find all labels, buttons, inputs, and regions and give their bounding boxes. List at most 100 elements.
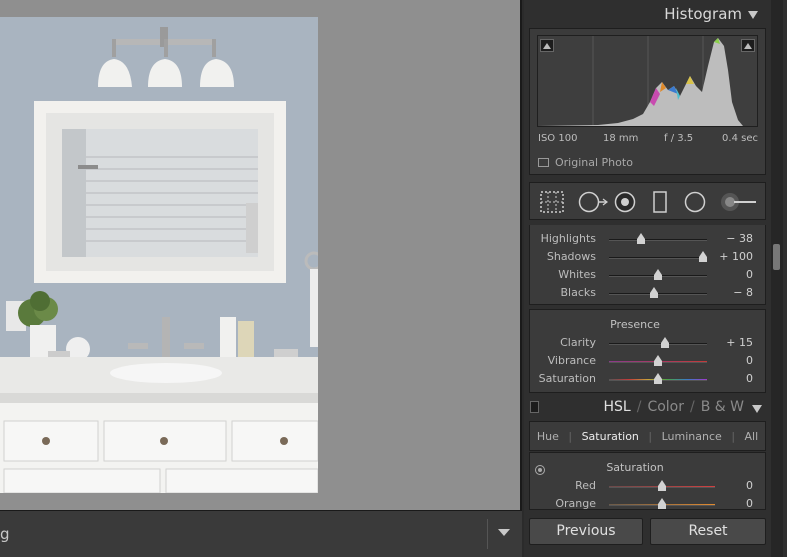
panel-switch[interactable]	[530, 401, 539, 413]
collapse-histogram-icon[interactable]	[748, 11, 758, 19]
original-photo-label: Original Photo	[555, 156, 633, 169]
chevron-down-icon[interactable]	[498, 529, 510, 536]
subtab-luminance[interactable]: Luminance	[662, 430, 722, 443]
slider-thumb[interactable]	[650, 287, 658, 298]
exif-iso: ISO 100	[538, 133, 578, 144]
tab-hsl[interactable]: HSL	[604, 399, 631, 415]
highlight-clipping-icon[interactable]	[741, 39, 755, 52]
exif-shutter: 0.4 sec	[722, 133, 758, 144]
slider-row: Saturation 0	[530, 372, 765, 386]
slider-thumb[interactable]	[658, 498, 666, 509]
shadow-clipping-icon[interactable]	[540, 39, 554, 52]
exif-focal-length: 18 mm	[603, 133, 639, 144]
spot-removal-icon[interactable]	[578, 191, 608, 213]
panel-scrollbar[interactable]	[771, 0, 783, 557]
crop-overlay-icon[interactable]	[540, 191, 564, 213]
slider-label: Whites	[558, 268, 596, 281]
slider-track[interactable]	[609, 498, 715, 509]
adjustment-brush-icon[interactable]	[720, 191, 758, 213]
photo-canvas[interactable]	[0, 0, 522, 510]
histogram-curve	[538, 36, 743, 126]
collapse-hsl-icon[interactable]	[752, 405, 762, 413]
slider-label: Blacks	[560, 286, 597, 299]
slider-value[interactable]: 0	[746, 354, 753, 367]
hsl-tabs: HSL / Color / B & W	[604, 399, 744, 415]
reset-button[interactable]: Reset	[650, 518, 766, 545]
slider-track[interactable]	[609, 269, 707, 280]
slider-track[interactable]	[609, 373, 707, 384]
tab-bw[interactable]: B & W	[701, 399, 744, 415]
slider-label: Clarity	[560, 336, 596, 349]
histogram-header[interactable]: Histogram	[529, 0, 766, 28]
original-photo-checkbox[interactable]	[538, 158, 549, 167]
slider-label: Red	[575, 479, 596, 492]
slider-value[interactable]: 0	[746, 268, 753, 281]
hsl-saturation-panel: Saturation Red 0 Orange 0	[529, 452, 766, 510]
filmstrip-label: g	[0, 525, 10, 543]
slider-thumb[interactable]	[637, 233, 645, 244]
previous-button[interactable]: Previous	[529, 518, 643, 545]
slider-track[interactable]	[609, 287, 707, 298]
slider-track[interactable]	[609, 337, 707, 348]
red-eye-icon[interactable]	[614, 191, 636, 213]
presence-title: Presence	[610, 318, 660, 331]
bathroom-photo-image	[0, 17, 318, 493]
histogram-graph[interactable]	[537, 35, 758, 127]
slider-label: Shadows	[546, 250, 596, 263]
graduated-filter-icon[interactable]	[652, 191, 668, 213]
slider-label: Highlights	[540, 232, 596, 245]
subtab-hue[interactable]: Hue	[537, 430, 559, 443]
presence-panel: Presence Clarity + 15 Vibrance 0 Saturat…	[529, 309, 766, 393]
slider-thumb[interactable]	[661, 337, 669, 348]
slider-row: Vibrance 0	[530, 354, 765, 368]
subtab-separator: |	[731, 430, 736, 443]
bottom-divider	[487, 519, 488, 549]
subtab-separator: |	[648, 430, 653, 443]
tab-color[interactable]: Color	[647, 399, 684, 415]
hsl-header: HSL / Color / B & W	[529, 395, 766, 421]
subtab-separator: |	[568, 430, 573, 443]
slider-value[interactable]: 0	[746, 497, 753, 509]
develop-panel: Histogram ISO 100 18 mm f / 3.5 0.4 sec	[524, 0, 787, 557]
filmstrip-bar: g	[0, 510, 522, 557]
slider-label: Orange	[555, 497, 596, 510]
scrollbar-thumb[interactable]	[773, 244, 780, 270]
slider-thumb[interactable]	[654, 269, 662, 280]
subtab-saturation[interactable]: Saturation	[582, 430, 639, 443]
slider-thumb[interactable]	[658, 480, 666, 491]
slider-thumb[interactable]	[654, 355, 662, 366]
tab-separator: /	[690, 399, 695, 415]
slider-row: Clarity + 15	[530, 336, 765, 350]
slider-thumb[interactable]	[654, 373, 662, 384]
hsl-subtabs-panel: Hue | Saturation | Luminance | All	[529, 421, 766, 451]
slider-thumb[interactable]	[699, 251, 707, 262]
slider-value[interactable]: 0	[746, 479, 753, 492]
bathroom-photo[interactable]	[0, 17, 318, 493]
exif-aperture: f / 3.5	[664, 133, 694, 144]
hsl-section-title: Saturation	[606, 461, 664, 474]
slider-row: Whites 0	[530, 268, 765, 282]
slider-track[interactable]	[609, 251, 707, 262]
histogram-title: Histogram	[664, 5, 742, 23]
slider-value[interactable]: 0	[746, 372, 753, 385]
slider-value[interactable]: + 15	[726, 336, 753, 349]
slider-value[interactable]: − 38	[726, 232, 753, 245]
slider-row: Red 0	[530, 479, 765, 493]
tool-strip	[529, 182, 766, 220]
tab-separator: /	[636, 399, 642, 415]
slider-row: Orange 0	[530, 497, 765, 510]
radial-filter-icon[interactable]	[684, 191, 706, 213]
tone-panel: Highlights − 38 Shadows + 100 Whites 0 B…	[529, 225, 766, 305]
slider-row: Highlights − 38	[530, 232, 765, 246]
slider-track[interactable]	[609, 355, 707, 366]
subtab-all[interactable]: All	[745, 430, 759, 443]
slider-label: Vibrance	[547, 354, 596, 367]
slider-value[interactable]: + 100	[719, 250, 753, 263]
slider-label: Saturation	[538, 372, 596, 385]
hsl-subtabs: Hue | Saturation | Luminance | All	[530, 430, 765, 443]
histogram-panel: ISO 100 18 mm f / 3.5 0.4 sec Original P…	[529, 28, 766, 175]
slider-value[interactable]: − 8	[733, 286, 753, 299]
slider-row: Shadows + 100	[530, 250, 765, 264]
slider-track[interactable]	[609, 233, 707, 244]
slider-track[interactable]	[609, 480, 715, 491]
